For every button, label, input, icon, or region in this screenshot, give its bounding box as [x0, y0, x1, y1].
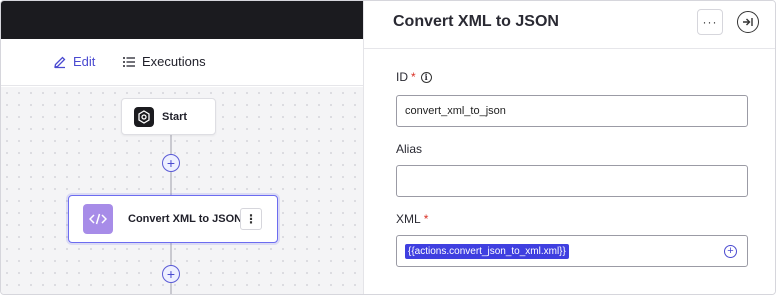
xml-label-text: XML [396, 212, 421, 226]
workflow-editor: Edit Executions Start + Convert XML to J… [1, 1, 363, 294]
required-mark: * [411, 70, 416, 84]
editor-toolbar: Edit Executions [1, 39, 363, 86]
start-node-label: Start [162, 110, 188, 123]
list-icon [123, 56, 135, 67]
node-menu-button[interactable]: ⋮ [240, 208, 262, 230]
add-step-button[interactable]: + [162, 154, 180, 172]
start-node[interactable]: Start [121, 98, 216, 135]
add-step-button[interactable]: + [162, 265, 180, 283]
alias-input[interactable] [396, 165, 748, 197]
connector-line [170, 243, 172, 265]
info-icon[interactable]: i [420, 71, 432, 83]
id-field-label: ID * i [396, 70, 432, 84]
id-input[interactable]: convert_xml_to_json [396, 95, 748, 127]
panel-title: Convert XML to JSON [393, 13, 559, 30]
connector-line [170, 135, 172, 154]
code-icon [83, 204, 113, 234]
more-icon: ··· [702, 15, 718, 29]
connector-line [170, 172, 172, 195]
executions-tab-label: Executions [142, 54, 206, 69]
connector-line [170, 283, 172, 294]
panel-header: Convert XML to JSON ··· [364, 1, 775, 49]
pencil-icon [54, 56, 66, 68]
kebab-icon: ⋮ [245, 212, 257, 226]
id-input-value: convert_xml_to_json [405, 105, 506, 117]
plus-icon[interactable]: + [724, 245, 737, 258]
top-bar [1, 1, 363, 39]
xml-input[interactable]: {{actions.convert_json_to_xml.xml}} + [396, 235, 748, 267]
id-label-text: ID [396, 70, 408, 84]
variable-token[interactable]: {{actions.convert_json_to_xml.xml}} [405, 243, 569, 259]
xml-field-label: XML * [396, 212, 428, 226]
edit-tab-label: Edit [73, 54, 96, 69]
collapse-panel-button[interactable] [735, 9, 761, 35]
convert-node-label: Convert XML to JSON [128, 213, 243, 225]
properties-panel: Convert XML to JSON ··· ID * i convert_x [363, 1, 775, 294]
convert-xml-node[interactable]: Convert XML to JSON ⋮ [68, 195, 278, 243]
executions-tab[interactable]: Executions [122, 54, 206, 69]
alias-field-label: Alias [396, 142, 422, 156]
edit-tab[interactable]: Edit [53, 54, 95, 69]
app-window: Edit Executions Start + Convert XML to J… [0, 0, 776, 295]
plus-icon: + [166, 155, 176, 171]
gear-icon [134, 106, 154, 127]
plus-icon: + [166, 266, 176, 282]
more-options-button[interactable]: ··· [697, 9, 723, 35]
alias-label-text: Alias [396, 142, 423, 156]
collapse-panel-icon [737, 11, 759, 33]
required-mark: * [423, 212, 429, 226]
